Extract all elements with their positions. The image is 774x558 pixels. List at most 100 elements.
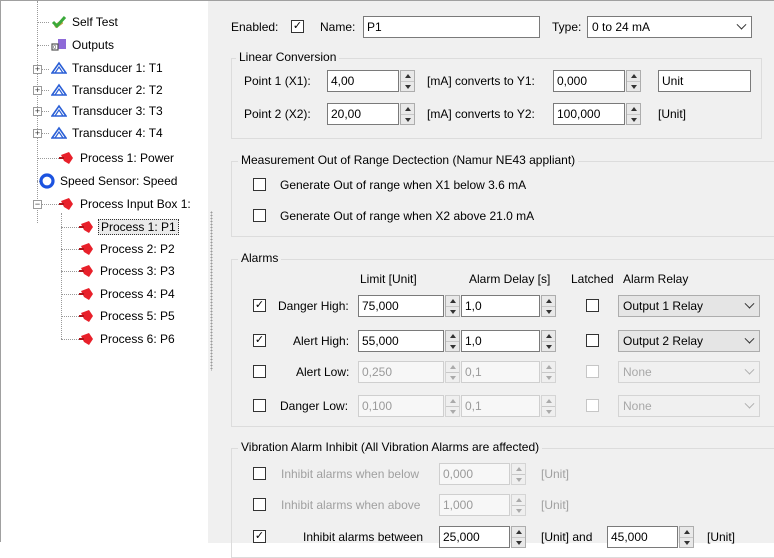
tree-item-transducer-4[interactable]: Transducer 4: T4: [50, 123, 165, 143]
splitter-grip[interactable]: [210, 211, 213, 371]
expand-toggle[interactable]: +: [33, 129, 42, 138]
danger-low-label: Danger Low:: [280, 399, 349, 413]
danger-low-relay-select[interactable]: None: [618, 395, 760, 417]
danger-low-delay-spinner[interactable]: [541, 395, 556, 417]
inhibit-between-checkbox[interactable]: ✓: [253, 530, 266, 543]
inhibit-title: Vibration Alarm Inhibit (All Vibration A…: [238, 440, 543, 454]
danger-high-relay-value: Output 1 Relay: [623, 299, 704, 313]
inhibit-between-to-input[interactable]: 45,000: [607, 526, 678, 548]
linear-conversion-title: Linear Conversion: [236, 50, 340, 64]
type-select-value: 0 to 24 mA: [592, 20, 651, 34]
enabled-label: Enabled:: [231, 20, 279, 34]
process-icon: [79, 219, 95, 235]
tree-item-transducer-1[interactable]: Transducer 1: T1: [50, 58, 165, 78]
danger-high-limit-input[interactable]: 75,000: [358, 295, 444, 317]
point1-unit-input[interactable]: Unit: [658, 70, 751, 92]
tree-item-outputs[interactable]: 0 Outputs: [51, 35, 116, 55]
expand-toggle[interactable]: +: [33, 107, 42, 116]
point2-x-input[interactable]: 20,00: [327, 103, 399, 125]
tree-item-process-6[interactable]: Process 6: P6: [79, 329, 177, 349]
range-x1-checkbox[interactable]: [253, 178, 266, 191]
tree-item-label: Self Test: [72, 15, 118, 29]
alert-low-delay-spinner[interactable]: [541, 361, 556, 383]
inhibit-above-input[interactable]: 1,000: [439, 494, 510, 516]
alert-low-relay-select[interactable]: None: [618, 361, 760, 383]
tree-item-process-1[interactable]: Process 1: P1: [79, 217, 179, 237]
alert-low-limit-input[interactable]: 0,250: [358, 361, 444, 383]
tree-item-self-test[interactable]: Self Test: [51, 12, 120, 32]
expand-toggle[interactable]: +: [33, 86, 42, 95]
transducer-icon: [50, 103, 68, 119]
point1-y-spinner[interactable]: [626, 70, 641, 92]
tree-item-process-3[interactable]: Process 3: P3: [79, 261, 177, 281]
alert-high-latched-checkbox[interactable]: [586, 334, 599, 347]
inhibit-below-checkbox[interactable]: [253, 467, 266, 480]
point1-x-input[interactable]: 4,00: [327, 70, 399, 92]
tree-line: [37, 45, 49, 46]
danger-high-delay-spinner[interactable]: [541, 295, 556, 317]
alert-low-latched-checkbox[interactable]: [586, 365, 599, 378]
point1-label: Point 1 (X1):: [244, 74, 311, 88]
alert-high-limit-spinner[interactable]: [445, 330, 460, 352]
tree-item-transducer-3[interactable]: Transducer 3: T3: [50, 101, 165, 121]
alert-low-delay-input[interactable]: 0,1: [461, 361, 540, 383]
danger-low-latched-checkbox[interactable]: [586, 399, 599, 412]
point1-x-spinner[interactable]: [400, 70, 415, 92]
alert-low-checkbox[interactable]: [253, 365, 266, 378]
alert-high-checkbox[interactable]: ✓: [253, 334, 266, 347]
point2-y-input[interactable]: 100,000: [553, 103, 625, 125]
inhibit-above-checkbox[interactable]: [253, 498, 266, 511]
tree-item-process-4[interactable]: Process 4: P4: [79, 284, 177, 304]
process-icon: [79, 308, 95, 324]
point1-y-input[interactable]: 0,000: [553, 70, 625, 92]
transducer-icon: [50, 125, 68, 141]
danger-high-delay-input[interactable]: 1,0: [461, 295, 540, 317]
tree-item-process-5[interactable]: Process 5: P5: [79, 306, 177, 326]
inhibit-between-from-spinner[interactable]: [511, 526, 526, 548]
enabled-checkbox[interactable]: ✓: [291, 20, 304, 33]
inhibit-below-input[interactable]: 0,000: [439, 463, 510, 485]
danger-high-relay-select[interactable]: Output 1 Relay: [618, 295, 760, 317]
expand-toggle[interactable]: +: [33, 65, 42, 74]
transducer-icon: [50, 82, 68, 98]
process-icon: [79, 331, 95, 347]
point2-y-spinner[interactable]: [626, 103, 641, 125]
tree-line: [61, 227, 81, 228]
danger-low-delay-input[interactable]: 0,1: [461, 395, 540, 417]
alert-high-delay-spinner[interactable]: [541, 330, 556, 352]
tree-item-transducer-2[interactable]: Transducer 2: T2: [50, 80, 165, 100]
inhibit-below-spinner[interactable]: [511, 463, 526, 485]
inhibit-above-spinner[interactable]: [511, 494, 526, 516]
tree-item-process-power[interactable]: Process 1: Power: [59, 148, 176, 168]
name-label: Name:: [320, 20, 356, 34]
tree-item-process-2[interactable]: Process 2: P2: [79, 239, 177, 259]
transducer-icon: [50, 60, 68, 76]
range-x2-label: Generate Out of range when X2 above 21.0…: [280, 209, 535, 223]
danger-low-limit-input[interactable]: 0,100: [358, 395, 444, 417]
name-input[interactable]: P1: [363, 16, 540, 38]
inhibit-between-to-spinner[interactable]: [679, 526, 694, 548]
danger-high-latched-checkbox[interactable]: [586, 299, 599, 312]
alert-high-delay-input[interactable]: 1,0: [461, 330, 540, 352]
alert-high-relay-select[interactable]: Output 2 Relay: [618, 330, 760, 352]
splitter[interactable]: [208, 1, 216, 543]
alert-low-label: Alert Low:: [296, 365, 350, 379]
type-select[interactable]: 0 to 24 mA: [587, 16, 752, 38]
tree-item-process-input-box[interactable]: Process Input Box 1:: [59, 194, 193, 214]
alert-low-limit-spinner[interactable]: [445, 361, 460, 383]
chevron-down-icon: [736, 19, 747, 30]
alert-high-limit-input[interactable]: 55,000: [358, 330, 444, 352]
danger-low-checkbox[interactable]: [253, 399, 266, 412]
collapse-toggle[interactable]: −: [33, 200, 42, 209]
chevron-down-icon: [744, 298, 755, 309]
tree-item-label: Transducer 4: T4: [72, 126, 163, 140]
tree-item-label: Transducer 2: T2: [72, 83, 163, 97]
danger-high-checkbox[interactable]: ✓: [253, 299, 266, 312]
point2-x-spinner[interactable]: [400, 103, 415, 125]
danger-high-limit-spinner[interactable]: [445, 295, 460, 317]
inhibit-between-from-input[interactable]: 25,000: [439, 526, 510, 548]
range-x2-checkbox[interactable]: [253, 209, 266, 222]
point2-unit-label: [Unit]: [658, 107, 687, 121]
tree-item-speed-sensor[interactable]: Speed Sensor: Speed: [39, 171, 179, 191]
danger-low-limit-spinner[interactable]: [445, 395, 460, 417]
